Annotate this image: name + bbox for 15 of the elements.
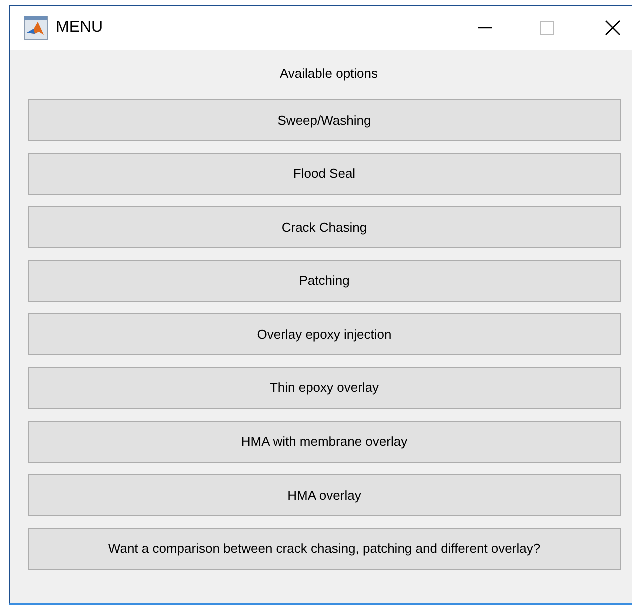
option-button[interactable]: Want a comparison between crack chasing, patching and different overlay? xyxy=(28,528,621,570)
option-button[interactable]: Overlay epoxy injection xyxy=(28,313,621,356)
option-button[interactable]: Sweep/Washing xyxy=(28,99,621,141)
app-logo-icon xyxy=(24,16,48,40)
option-button[interactable]: Flood Seal xyxy=(28,152,621,195)
close-icon xyxy=(604,19,622,37)
window-title: MENU xyxy=(56,19,104,37)
option-button[interactable]: HMA overlay xyxy=(28,474,621,516)
maximize-icon xyxy=(539,20,555,36)
option-button[interactable]: HMA with membrane overlay xyxy=(28,420,621,463)
option-button[interactable]: Thin epoxy overlay xyxy=(28,366,621,409)
option-button[interactable]: Patching xyxy=(28,260,621,302)
options-heading: Available options xyxy=(280,66,378,81)
minimize-icon xyxy=(478,27,492,29)
option-button[interactable]: Crack Chasing xyxy=(28,206,621,248)
